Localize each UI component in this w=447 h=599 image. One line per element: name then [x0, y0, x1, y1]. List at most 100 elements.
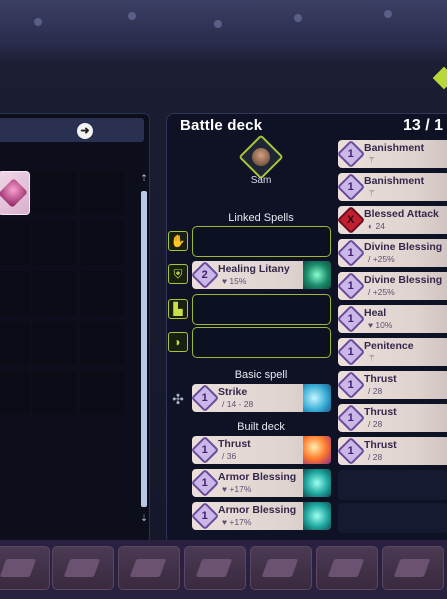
decor-dot [34, 18, 42, 26]
deck-card[interactable]: 1 Thrust/ 28 [338, 371, 447, 399]
deck-card[interactable]: X Blessed Attack ◐ 24 [338, 206, 447, 234]
card-stat: ◐ 24 [368, 221, 385, 231]
armor-icon: ⛨ [168, 264, 188, 284]
inventory-slot[interactable] [32, 221, 76, 265]
cost-gem-icon: 1 [338, 404, 366, 432]
linked-spell-card[interactable]: 2 Healing Litany ♥ 15% [192, 261, 331, 289]
scroll-down-icon[interactable]: ⇣ [140, 513, 148, 523]
card-stat: ⚚ [368, 188, 376, 198]
linked-spells-heading: Linked Spells [228, 212, 294, 224]
card-stat: ♥ 15% [222, 276, 247, 286]
inventory-slot[interactable] [32, 371, 76, 415]
cost-gem-icon: 1 [338, 272, 366, 300]
x-gem-icon: X [338, 206, 366, 234]
inventory-slot[interactable] [0, 271, 30, 315]
deck-card[interactable]: 1 Thrust/ 28 [338, 404, 447, 432]
inventory-slot[interactable] [80, 271, 124, 315]
cost-gem-icon: 1 [192, 469, 220, 497]
card-stat: ⚚ [368, 353, 376, 363]
basic-spell-card[interactable]: 1 Strike / 14 - 28 [192, 384, 331, 412]
spell-art-icon [303, 384, 331, 412]
deck-count: 13 / 1 [403, 117, 444, 134]
empty-deck-slot[interactable] [338, 470, 447, 500]
inventory-slot[interactable] [80, 371, 124, 415]
card-name: Heal [364, 307, 387, 319]
card-stat: / +25% [368, 287, 395, 297]
inventory-slot[interactable] [0, 221, 30, 265]
inventory-slot[interactable] [80, 221, 124, 265]
inventory-scrollbar[interactable]: ⇡ ⇣ [139, 173, 149, 523]
scroll-up-icon[interactable]: ⇡ [140, 173, 148, 183]
portrait-icon [252, 148, 270, 166]
tile-shape-icon [327, 559, 365, 577]
corner-gem-icon [432, 66, 447, 90]
spell-art-icon [303, 469, 331, 497]
decor-dot [128, 12, 136, 20]
basic-spell-heading: Basic spell [234, 369, 288, 381]
deck-card[interactable]: 1 Banishment ⚚ [338, 173, 447, 201]
scrollbar-thumb[interactable] [141, 191, 147, 507]
floor-tile [316, 546, 378, 590]
deck-card[interactable]: 1 Thrust/ 28 [338, 437, 447, 465]
card-stat: / 28 [368, 452, 383, 462]
inventory-item[interactable] [0, 171, 30, 215]
inventory-slot[interactable] [80, 321, 124, 365]
linked-spell-slot[interactable] [192, 294, 331, 325]
card-name: Armor Blessing [218, 504, 297, 516]
decor-dot [294, 14, 302, 22]
tile-shape-icon [393, 559, 431, 577]
built-deck-card[interactable]: 1 Armor Blessing ♥ +17% [192, 502, 331, 530]
deck-card[interactable]: 1 Banishment ⚚ [338, 140, 447, 168]
card-name: Strike [218, 386, 248, 398]
card-name: Divine Blessing [364, 274, 443, 286]
card-name: Divine Blessing [364, 241, 443, 253]
deck-card[interactable]: 1 Penitence ⚚ [338, 338, 447, 366]
inventory-slot[interactable] [32, 321, 76, 365]
inventory-slot[interactable] [32, 271, 76, 315]
card-stat: / +25% [368, 254, 395, 264]
inventory-slot[interactable] [80, 171, 124, 215]
cost-gem-icon: 1 [338, 140, 366, 168]
boots-icon: ▙ [168, 299, 188, 319]
inventory-slot[interactable] [32, 171, 76, 215]
empty-deck-slot[interactable] [338, 503, 447, 533]
card-name: Penitence [364, 340, 414, 352]
card-name: Banishment [364, 175, 425, 187]
card-name: Thrust [364, 373, 397, 385]
floor-tile [118, 546, 180, 590]
built-deck-heading: Built deck [237, 421, 285, 433]
built-deck-card[interactable]: 1 Armor Blessing ♥ +17% [192, 469, 331, 497]
card-name: Healing Litany [218, 263, 290, 275]
deck-card[interactable]: 1 Divine Blessing / +25% [338, 272, 447, 300]
tile-shape-icon [0, 559, 37, 577]
character-name: Sam [250, 175, 272, 186]
card-stat: / 28 [368, 386, 383, 396]
cost-gem-icon: 1 [192, 384, 220, 412]
card-stat: / 28 [368, 419, 383, 429]
helmet-icon: ◗ [168, 332, 188, 352]
card-stat: ⚚ [368, 155, 376, 165]
spell-art-icon [303, 436, 331, 464]
tile-shape-icon [261, 559, 299, 577]
inventory-slot[interactable] [0, 321, 30, 365]
deck-card[interactable]: 1 Divine Blessing / +25% [338, 239, 447, 267]
floor-tile [0, 546, 50, 590]
linked-spell-slot[interactable] [192, 327, 331, 358]
game-screen: { "deck": { "title": "Battle deck", "cou… [0, 0, 447, 599]
spell-art-icon [303, 502, 331, 530]
arrow-right-icon[interactable]: ➜ [77, 123, 93, 139]
spell-art-icon [303, 261, 331, 289]
deck-card[interactable]: 1 Heal ♥ 10% [338, 305, 447, 333]
card-name: Thrust [364, 406, 397, 418]
character-avatar[interactable] [238, 134, 284, 180]
built-deck-card[interactable]: 1 Thrust/ 36 [192, 436, 331, 464]
tile-shape-icon [129, 559, 167, 577]
card-name: Banishment [364, 142, 425, 154]
inventory-slot[interactable] [0, 371, 30, 415]
linked-spell-slot[interactable] [192, 226, 331, 257]
card-stat: / 14 - 28 [222, 399, 254, 409]
floor-tile [250, 546, 312, 590]
card-name: Armor Blessing [218, 471, 297, 483]
card-stat: / 36 [222, 451, 237, 461]
card-name: Thrust [364, 439, 397, 451]
